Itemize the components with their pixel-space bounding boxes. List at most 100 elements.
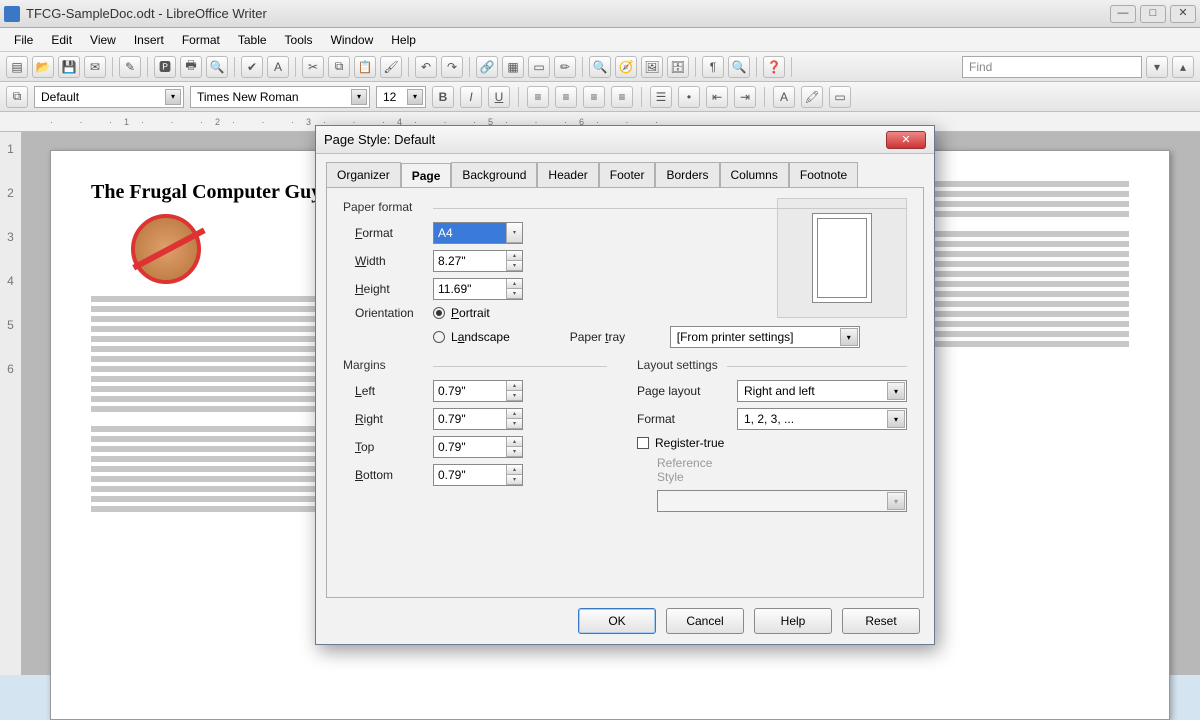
redo-button[interactable]: ↷	[441, 56, 463, 78]
find-prev-button[interactable]: ▴	[1172, 56, 1194, 78]
spellcheck-button[interactable]: ✔	[241, 56, 263, 78]
zoom-button[interactable]: 🔍	[728, 56, 750, 78]
layout-format-dropdown[interactable]: 1, 2, 3, ...▾	[737, 408, 907, 430]
reset-button[interactable]: Reset	[842, 608, 920, 634]
document-logo-image	[131, 214, 201, 284]
paragraph-style-combo[interactable]: Default▾	[34, 86, 184, 108]
tab-page[interactable]: Page	[401, 163, 452, 188]
window-title: TFCG-SampleDoc.odt - LibreOffice Writer	[26, 6, 1106, 21]
menu-insert[interactable]: Insert	[126, 31, 172, 49]
tab-header[interactable]: Header	[537, 162, 598, 187]
table-button[interactable]: ▦	[502, 56, 524, 78]
menu-file[interactable]: File	[6, 31, 41, 49]
help-button[interactable]: ❓	[763, 56, 785, 78]
help-dialog-button[interactable]: Help	[754, 608, 832, 634]
menu-view[interactable]: View	[82, 31, 124, 49]
align-justify-button[interactable]: ≡	[611, 86, 633, 108]
autospell-button[interactable]: A	[267, 56, 289, 78]
drawing-button[interactable]: ✏	[554, 56, 576, 78]
maximize-button[interactable]: □	[1140, 5, 1166, 23]
tab-columns[interactable]: Columns	[720, 162, 789, 187]
font-name-combo[interactable]: Times New Roman▾	[190, 86, 370, 108]
margin-right-input[interactable]: 0.79"▴▾	[433, 408, 523, 430]
numbered-list-button[interactable]: ☰	[650, 86, 672, 108]
width-label: Width	[343, 254, 433, 268]
tab-footer[interactable]: Footer	[599, 162, 656, 187]
menu-tools[interactable]: Tools	[277, 31, 321, 49]
paste-button[interactable]: 📋	[354, 56, 376, 78]
margin-top-input[interactable]: 0.79"▴▾	[433, 436, 523, 458]
find-toolbar-input[interactable]: Find	[962, 56, 1142, 78]
format-paint-button[interactable]: 🖌	[380, 56, 402, 78]
tab-footnote[interactable]: Footnote	[789, 162, 858, 187]
undo-button[interactable]: ↶	[415, 56, 437, 78]
menu-edit[interactable]: Edit	[43, 31, 80, 49]
cancel-button[interactable]: Cancel	[666, 608, 744, 634]
register-true-checkbox[interactable]	[637, 437, 649, 449]
open-button[interactable]: 📂	[32, 56, 54, 78]
copy-button[interactable]: ⧉	[328, 56, 350, 78]
format-label: Format	[343, 226, 433, 240]
underline-button[interactable]: U	[488, 86, 510, 108]
orientation-label: Orientation	[343, 306, 433, 320]
font-size-combo[interactable]: 12▾	[376, 86, 426, 108]
email-button[interactable]: ✉	[84, 56, 106, 78]
paper-format-group: Paper format	[343, 200, 907, 214]
tab-organizer[interactable]: Organizer	[326, 162, 401, 187]
page-layout-dropdown[interactable]: Right and left▾	[737, 380, 907, 402]
preview-button[interactable]: 🔍	[206, 56, 228, 78]
tab-background[interactable]: Background	[451, 162, 537, 187]
increase-indent-button[interactable]: ⇥	[734, 86, 756, 108]
document-icon	[4, 6, 20, 22]
margin-bottom-input[interactable]: 0.79"▴▾	[433, 464, 523, 486]
italic-button[interactable]: I	[460, 86, 482, 108]
nonprinting-button[interactable]: ¶	[702, 56, 724, 78]
bullet-list-button[interactable]: •	[678, 86, 700, 108]
height-input[interactable]: 11.69" ▴▾	[433, 278, 523, 300]
print-button[interactable]: 🖶	[180, 56, 202, 78]
width-input[interactable]: 8.27" ▴▾	[433, 250, 523, 272]
align-right-button[interactable]: ≡	[583, 86, 605, 108]
find-next-button[interactable]: ▾	[1146, 56, 1168, 78]
margin-left-input[interactable]: 0.79"▴▾	[433, 380, 523, 402]
close-button[interactable]: ✕	[1170, 5, 1196, 23]
presentation-button[interactable]: ▭	[528, 56, 550, 78]
margins-group: Margins	[343, 358, 607, 372]
navigator-button[interactable]: 🧭	[615, 56, 637, 78]
height-label: Height	[343, 282, 433, 296]
layout-format-label: Format	[637, 412, 737, 426]
menu-help[interactable]: Help	[383, 31, 424, 49]
find-button[interactable]: 🔍	[589, 56, 611, 78]
dialog-titlebar[interactable]: Page Style: Default ✕	[316, 126, 934, 154]
font-color-button[interactable]: A	[773, 86, 795, 108]
align-center-button[interactable]: ≡	[555, 86, 577, 108]
dialog-close-button[interactable]: ✕	[886, 131, 926, 149]
orientation-portrait-radio[interactable]	[433, 307, 445, 319]
minimize-button[interactable]: —	[1110, 5, 1136, 23]
hyperlink-button[interactable]: 🔗	[476, 56, 498, 78]
menu-table[interactable]: Table	[230, 31, 275, 49]
bold-button[interactable]: B	[432, 86, 454, 108]
decrease-indent-button[interactable]: ⇤	[706, 86, 728, 108]
export-pdf-button[interactable]: 🅿	[154, 56, 176, 78]
gallery-button[interactable]: 🖼	[641, 56, 663, 78]
new-doc-button[interactable]: ▤	[6, 56, 28, 78]
menu-format[interactable]: Format	[174, 31, 228, 49]
tab-borders[interactable]: Borders	[655, 162, 719, 187]
margin-top-label: Top	[343, 440, 433, 454]
orientation-landscape-radio[interactable]	[433, 331, 445, 343]
layout-group: Layout settings	[637, 358, 907, 372]
styles-button[interactable]: ⧉	[6, 86, 28, 108]
datasources-button[interactable]: 🗄	[667, 56, 689, 78]
menu-window[interactable]: Window	[323, 31, 382, 49]
background-color-button[interactable]: ▭	[829, 86, 851, 108]
ok-button[interactable]: OK	[578, 608, 656, 634]
highlight-button[interactable]: 🖍	[801, 86, 823, 108]
align-left-button[interactable]: ≡	[527, 86, 549, 108]
format-dropdown[interactable]: A4 ▾	[433, 222, 523, 244]
reference-style-dropdown: ▾	[657, 490, 907, 512]
cut-button[interactable]: ✂	[302, 56, 324, 78]
save-button[interactable]: 💾	[58, 56, 80, 78]
edit-doc-button[interactable]: ✎	[119, 56, 141, 78]
paper-tray-dropdown[interactable]: [From printer settings]▾	[670, 326, 860, 348]
